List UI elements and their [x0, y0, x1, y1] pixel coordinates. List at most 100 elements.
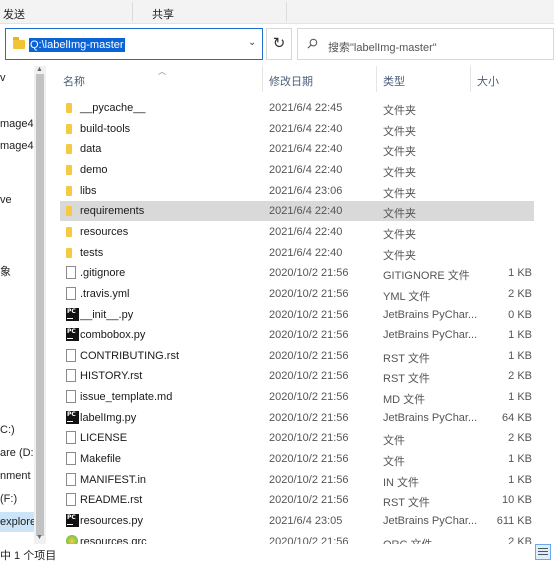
address-row: Q:\labelImg-master ⌄ ↻ 搜索"labelImg-maste… [0, 24, 554, 66]
file-row[interactable]: .gitignore 2020/10/2 21:56 GITIGNORE 文件 1 K… [60, 263, 534, 283]
address-bar[interactable]: Q:\labelImg-master ⌄ [5, 28, 263, 60]
file-row[interactable]: LICENSE 2020/10/2 21:56 文件 2 KB [60, 428, 534, 448]
file-date: 2021/6/4 23:06 [269, 184, 343, 197]
folder-icon [66, 206, 72, 217]
nav-item[interactable]: 象 [0, 263, 11, 279]
qrc-file-icon [66, 534, 78, 544]
status-text: 中 1 个项目 [0, 550, 57, 562]
file-list: ︿ 名称 修改日期 类型 大小 __pycache__ 2021/6/4 22:4… [46, 66, 554, 544]
nav-item[interactable]: nment ( [0, 470, 37, 482]
scroll-down-icon[interactable]: ▼ [36, 534, 43, 541]
folder-icon [66, 144, 72, 155]
nav-item-explore[interactable]: explore [0, 512, 36, 532]
file-date: 2020/10/2 21:56 [269, 308, 349, 321]
file-name: .gitignore [80, 267, 126, 280]
file-row[interactable]: data 2021/6/4 22:40 文件夹 [60, 139, 534, 159]
file-date: 2021/6/4 22:40 [269, 205, 343, 218]
file-row[interactable]: libs 2021/6/4 23:06 文件夹 [60, 181, 534, 201]
file-name: issue_template.md [80, 391, 173, 404]
refresh-button[interactable]: ↻ [266, 28, 292, 60]
file-row[interactable]: demo 2021/6/4 22:40 文件夹 [60, 160, 534, 180]
file-date: 2021/6/4 23:05 [269, 515, 343, 527]
file-row[interactable]: labelImg.py 2020/10/2 21:56 JetBrains PyCh… [60, 408, 534, 428]
file-date: 2020/10/2 21:56 [269, 349, 349, 362]
file-type: JetBrains PyChar... [383, 308, 478, 321]
folder-icon [13, 37, 25, 49]
file-icon [66, 266, 76, 280]
file-row[interactable]: Makefile 2020/10/2 21:56 文件 1 KB [60, 449, 534, 469]
file-date: 2020/10/2 21:56 [269, 432, 349, 445]
file-row[interactable]: requirements 2021/6/4 22:40 文件夹 [60, 201, 534, 222]
file-type: RST 文件 [383, 373, 430, 386]
column-divider[interactable] [376, 66, 377, 92]
file-row[interactable]: build-tools 2021/6/4 22:40 文件夹 [60, 119, 534, 139]
file-row[interactable]: __init__.py 2020/10/2 21:56 JetBrains PyCh… [60, 305, 534, 325]
folder-icon [66, 226, 72, 237]
nav-item-drive-f[interactable]: (F:) [0, 493, 17, 505]
file-name: combobox.py [80, 329, 146, 342]
nav-item-drive-c[interactable]: C:) [0, 424, 15, 436]
ribbon-tab-share[interactable]: 共享 [152, 6, 174, 22]
file-size: 1 KB [508, 473, 532, 486]
file-row[interactable]: README.rst 2020/10/2 21:56 RST 文件 10 KB [60, 490, 534, 510]
status-bar: 中 1 个项目 [0, 544, 554, 562]
search-input[interactable]: 搜索"labelImg-master" [297, 28, 554, 60]
pycharm-file-icon [66, 307, 79, 321]
file-icon [66, 452, 76, 466]
details-view-icon[interactable] [535, 544, 551, 560]
address-path[interactable]: Q:\labelImg-master [29, 38, 125, 52]
file-type: 文件夹 [383, 105, 416, 117]
file-row[interactable]: tests 2021/6/4 22:40 文件夹 [60, 243, 534, 263]
file-type: 文件夹 [383, 208, 416, 221]
file-row[interactable]: HISTORY.rst 2020/10/2 21:56 RST 文件 2 KB [60, 366, 534, 386]
file-size: 2 KB [508, 370, 532, 383]
column-divider[interactable] [470, 66, 471, 92]
file-date: 2021/6/4 22:40 [269, 163, 343, 176]
nav-item[interactable]: ve [0, 194, 12, 206]
file-type: JetBrains PyChar... [383, 411, 478, 424]
column-divider[interactable] [262, 66, 263, 92]
nav-item-drive-d[interactable]: are (D:) [0, 447, 37, 459]
file-date: 2020/10/2 21:56 [269, 267, 349, 280]
file-type: 文件夹 [383, 228, 416, 241]
column-type[interactable]: 类型 [383, 73, 405, 89]
file-row[interactable]: MANIFEST.in 2020/10/2 21:56 IN 文件 1 KB [60, 470, 534, 490]
file-type: 文件夹 [383, 166, 416, 179]
file-icon [66, 431, 76, 445]
folder-icon [66, 247, 72, 258]
nav-scrollbar-thumb[interactable] [36, 74, 44, 536]
column-name[interactable]: 名称 [63, 73, 85, 89]
file-size: 1 KB [508, 329, 532, 342]
column-size[interactable]: 大小 [477, 73, 499, 89]
scroll-up-icon[interactable]: ▲ [36, 66, 43, 73]
file-date: 2020/10/2 21:56 [269, 535, 349, 544]
file-row[interactable]: resources 2021/6/4 22:40 文件夹 [60, 222, 534, 242]
file-row[interactable]: resources.py 2021/6/4 23:05 JetBrains PyCh… [60, 511, 534, 531]
file-size: 2 KB [508, 287, 532, 300]
chevron-down-icon[interactable]: ⌄ [248, 37, 256, 48]
file-type: IN 文件 [383, 476, 420, 489]
file-name: tests [80, 246, 104, 259]
folder-icon [66, 164, 72, 175]
file-name: requirements [80, 205, 145, 218]
file-row[interactable]: resources.qrc 2020/10/2 21:56 QRC 文件 2 KB [60, 532, 534, 544]
nav-item[interactable]: v [0, 72, 6, 84]
file-name: demo [80, 163, 108, 176]
column-date[interactable]: 修改日期 [269, 73, 313, 89]
file-name: HISTORY.rst [80, 370, 143, 383]
file-row[interactable]: CONTRIBUTING.rst 2020/10/2 21:56 RST 文件 1 K… [60, 346, 534, 366]
column-header: ︿ 名称 修改日期 类型 大小 [46, 66, 554, 92]
folder-icon [66, 185, 72, 196]
file-icon [66, 472, 76, 486]
ribbon-tab-send[interactable]: 发送 [3, 6, 25, 22]
nav-scrollbar[interactable]: ▲ ▼ [34, 66, 46, 544]
file-row[interactable]: combobox.py 2020/10/2 21:56 JetBrains PyCh… [60, 325, 534, 345]
file-size: 10 KB [502, 494, 532, 507]
file-date: 2021/6/4 22:45 [269, 102, 343, 114]
file-name: Makefile [80, 453, 121, 466]
file-icon [66, 493, 76, 507]
file-date: 2020/10/2 21:56 [269, 329, 349, 342]
file-row[interactable]: issue_template.md 2020/10/2 21:56 MD 文件 1 K… [60, 387, 534, 407]
file-row[interactable]: __pycache__ 2021/6/4 22:45 文件夹 [60, 98, 534, 118]
file-row[interactable]: .travis.yml 2020/10/2 21:56 YML 文件 2 KB [60, 284, 534, 304]
